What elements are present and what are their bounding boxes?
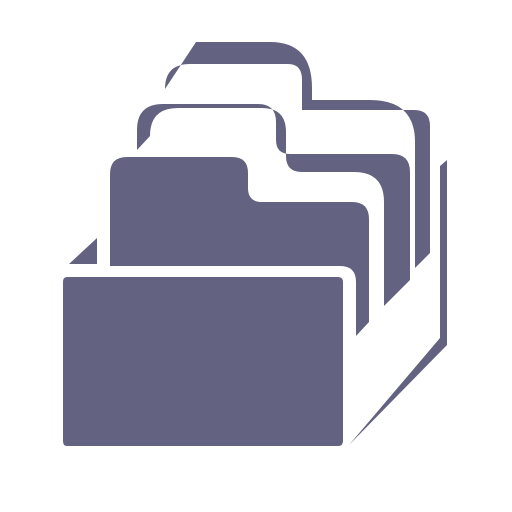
folder-stack-left-wedge — [69, 238, 97, 264]
icon-canvas — [0, 0, 512, 512]
stacked-folders-icon — [63, 42, 447, 446]
folder-front-flap — [63, 277, 343, 446]
